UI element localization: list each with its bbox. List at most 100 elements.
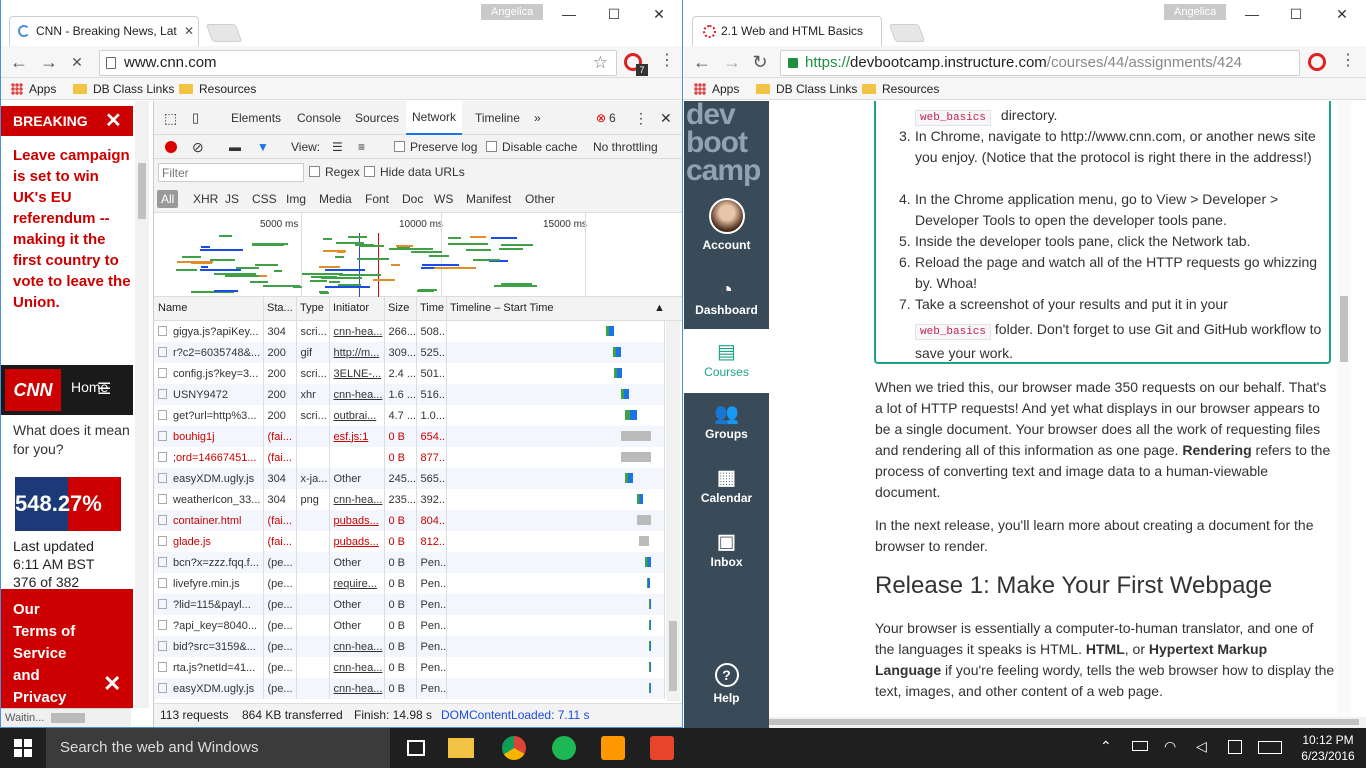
wifi-icon[interactable]: ◠ (1164, 738, 1176, 755)
chrome-icon[interactable] (502, 736, 526, 760)
sublime-text-icon[interactable] (601, 736, 625, 760)
network-row[interactable]: livefyre.min.js (pe... require... 0 B Pen... (154, 573, 665, 594)
cell-initiator[interactable]: cnn-hea... (329, 489, 385, 510)
nav-courses[interactable]: ▤ Courses (684, 339, 769, 379)
bookmark-apps[interactable]: Apps (694, 78, 739, 100)
type-filter-other[interactable]: Other (525, 185, 555, 213)
network-row[interactable]: bid?src=3159&... (pe... cnn-hea... 0 B Pen..… (154, 636, 665, 657)
type-filter-js[interactable]: JS (225, 185, 239, 213)
file-explorer-icon[interactable] (448, 738, 474, 758)
table-scrollbar[interactable] (666, 321, 680, 701)
scrollbar-thumb[interactable] (1340, 296, 1348, 362)
column-header[interactable]: Type (300, 302, 324, 314)
volume-icon[interactable]: ◁ (1196, 738, 1207, 755)
star-icon[interactable]: ☆ (593, 51, 608, 75)
tab-sources[interactable]: Sources (355, 101, 399, 135)
address-bar[interactable]: https://devbootcamp.instructure.com/cour… (780, 50, 1300, 76)
cell-initiator[interactable]: http://m... (329, 342, 385, 363)
close-window-icon[interactable]: ✕ (639, 2, 679, 26)
type-filter-ws[interactable]: WS (434, 185, 453, 213)
spotify-icon[interactable] (552, 736, 576, 760)
cell-initiator[interactable]: cnn-hea... (329, 636, 385, 657)
error-icon[interactable]: ⊗ (596, 101, 606, 135)
column-header[interactable]: Name (158, 302, 187, 314)
cell-initiator[interactable]: require... (329, 573, 385, 594)
maximize-icon[interactable]: ☐ (1276, 2, 1316, 26)
maximize-icon[interactable]: ☐ (594, 2, 634, 26)
results-graphic[interactable]: 548.27% (15, 477, 121, 531)
network-row[interactable]: get?url=http%3... 200 scri... outbrai... 4.7… (154, 405, 665, 426)
throttling-select[interactable]: No throttling (593, 135, 658, 159)
clock[interactable]: 10:12 PM 6/23/2016 (1298, 732, 1358, 764)
cell-initiator[interactable]: cnn-hea... (329, 657, 385, 678)
bookmark-db-class-links[interactable]: DB Class Links (756, 78, 857, 100)
close-window-icon[interactable]: ✕ (1322, 2, 1362, 26)
type-filter-manifest[interactable]: Manifest (466, 185, 511, 213)
bookmark-apps[interactable]: Apps (11, 78, 56, 100)
network-row[interactable]: easyXDM.ugly.js 304 x-ja... Other 245... 565.… (154, 468, 665, 489)
bookmark-resources[interactable]: Resources (179, 78, 256, 100)
cell-initiator[interactable]: Other (329, 468, 385, 489)
preserve-log-checkbox[interactable]: Preserve log (394, 135, 477, 159)
network-row[interactable]: USNY9472 200 xhr cnn-hea... 1.6 ... 516... (154, 384, 665, 405)
network-row[interactable]: bouhig1j (fai... esf.js:1 0 B 654... (154, 426, 665, 447)
cell-initiator[interactable]: Other (329, 615, 385, 636)
regex-checkbox[interactable]: Regex (309, 159, 360, 185)
forward-icon[interactable]: → (720, 50, 744, 74)
type-filter-css[interactable]: CSS (252, 185, 277, 213)
cell-initiator[interactable]: cnn-hea... (329, 384, 385, 405)
type-filter-font[interactable]: Font (365, 185, 389, 213)
overview-icon[interactable]: ≡ (358, 135, 365, 159)
type-filter-media[interactable]: Media (319, 185, 352, 213)
minimize-icon[interactable]: — (1232, 2, 1272, 26)
horizontal-scrollbar[interactable] (769, 717, 1366, 728)
chevron-up-icon[interactable]: ⌃ (1100, 738, 1112, 755)
profile-name[interactable]: Angelica (1164, 4, 1227, 20)
disable-cache-checkbox[interactable]: Disable cache (486, 135, 577, 159)
cell-initiator[interactable]: cnn-hea... (329, 321, 385, 342)
network-row[interactable]: ?lid=115&payl... (pe... Other 0 B Pen... (154, 594, 665, 615)
menu-icon[interactable]: ⋮ (659, 50, 675, 70)
tab-network[interactable]: Network (406, 101, 463, 135)
column-header[interactable]: Timeline – Start Time (450, 302, 554, 314)
forward-icon[interactable]: → (37, 50, 61, 74)
large-rows-icon[interactable]: ☰ (332, 135, 343, 159)
error-count[interactable]: 6 (609, 101, 616, 135)
minimize-icon[interactable]: — (549, 2, 589, 26)
close-icon[interactable]: ✕ (103, 673, 121, 695)
type-filter-img[interactable]: Img (286, 185, 306, 213)
cell-initiator[interactable]: pubads... (329, 531, 385, 552)
tab-cnn[interactable]: CNN - Breaking News, Lat ✕ (9, 16, 199, 46)
network-row[interactable]: ?api_key=8040... (pe... Other 0 B Pen... (154, 615, 665, 636)
nav-account[interactable]: Account (684, 198, 769, 252)
scrollbar-thumb[interactable] (669, 621, 677, 691)
menu-icon[interactable]: ⋮ (1340, 50, 1356, 70)
breaking-text[interactable]: Leave campaign is set to win UK's EU ref… (13, 145, 131, 313)
scrollbar-thumb[interactable] (138, 163, 146, 219)
back-icon[interactable]: ← (690, 50, 714, 74)
type-filter-xhr[interactable]: XHR (193, 185, 218, 213)
tab-console[interactable]: Console (297, 101, 341, 135)
cell-initiator[interactable]: esf.js:1 (329, 426, 385, 447)
git-icon[interactable] (650, 736, 674, 760)
cell-initiator[interactable]: Other (329, 552, 385, 573)
keyboard-icon[interactable] (1258, 741, 1282, 754)
tab-web-html-basics[interactable]: 2.1 Web and HTML Basics (692, 16, 882, 46)
camera-icon[interactable]: ▬ (229, 135, 241, 159)
bookmark-db-class-links[interactable]: DB Class Links (73, 78, 174, 100)
inspect-icon[interactable]: ⬚ (164, 101, 177, 135)
hide-data-urls-checkbox[interactable]: Hide data URLs (364, 159, 465, 185)
nav-calendar[interactable]: ▦ Calendar (684, 465, 769, 505)
reload-icon[interactable]: ↻ (748, 50, 772, 74)
close-tab-icon[interactable]: ✕ (184, 17, 194, 45)
network-row[interactable]: gigya.js?apiKey... 304 scri... cnn-hea... 26… (154, 321, 665, 342)
address-bar[interactable]: www.cnn.com ☆ (99, 50, 617, 76)
network-row[interactable]: container.html (fai... pubads... 0 B 804... (154, 510, 665, 531)
cnn-logo[interactable]: CNN (5, 369, 61, 411)
scrollbar-thumb[interactable] (769, 719, 1359, 725)
stop-icon[interactable]: ✕ (65, 50, 89, 74)
network-row[interactable]: weatherIcon_33... 304 png cnn-hea... 235... 3… (154, 489, 665, 510)
nav-help[interactable]: ? Help (684, 663, 769, 705)
cell-initiator[interactable]: outbrai... (329, 405, 385, 426)
close-devtools-icon[interactable]: ✕ (660, 101, 672, 135)
